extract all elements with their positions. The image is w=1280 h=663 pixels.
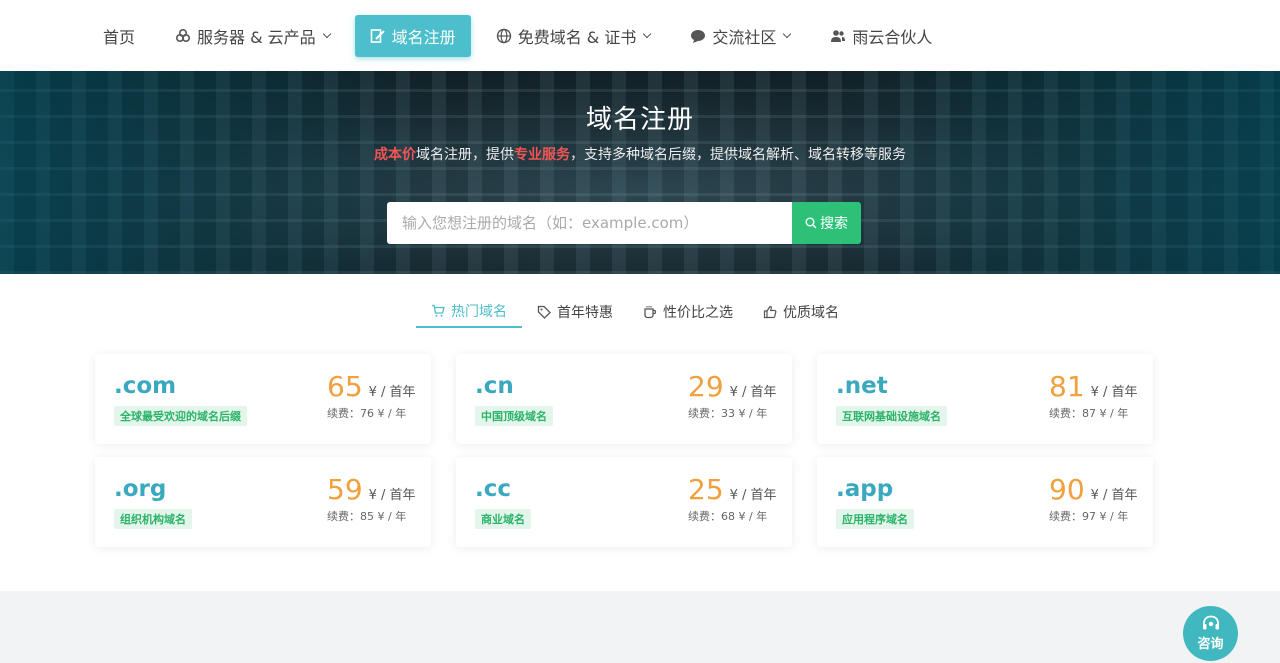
domain-suffix: .net bbox=[836, 373, 888, 399]
domain-suffix: .cc bbox=[475, 476, 512, 502]
chat-icon bbox=[690, 28, 706, 44]
domain-price: 25 ¥ / 首年 bbox=[688, 473, 777, 506]
search-icon bbox=[805, 217, 817, 229]
cubes-icon bbox=[175, 28, 191, 44]
renewal-price: 续费：33 ¥ / 年 bbox=[688, 407, 768, 420]
nav-item-servers[interactable]: 服务器 & 云产品 bbox=[160, 15, 345, 57]
nav-item-label: 雨云合伙人 bbox=[852, 27, 933, 47]
nav-item-domain-register[interactable]: 域名注册 bbox=[354, 14, 471, 57]
cart-icon bbox=[431, 304, 445, 318]
price-value: 65 bbox=[327, 370, 363, 403]
domain-suffix: .org bbox=[114, 476, 167, 502]
price-value: 81 bbox=[1049, 370, 1085, 403]
consult-button[interactable]: 咨询 bbox=[1183, 606, 1238, 661]
domain-search-input[interactable] bbox=[387, 202, 792, 244]
tag-icon bbox=[537, 305, 551, 319]
tab-label: 首年特惠 bbox=[557, 304, 613, 321]
domain-tag: 中国顶级域名 bbox=[475, 406, 553, 426]
domain-search-bar: 搜索 bbox=[387, 202, 861, 244]
domain-tag: 互联网基础设施域名 bbox=[836, 406, 947, 426]
domain-price: 65 ¥ / 首年 bbox=[327, 370, 416, 403]
domain-card[interactable]: .net 互联网基础设施域名 81 ¥ / 首年 续费：87 ¥ / 年 bbox=[817, 354, 1153, 444]
chevron-down-icon bbox=[643, 29, 652, 38]
hero-banner: 域名注册 成本价域名注册，提供专业服务，支持多种域名后缀，提供域名解析、域名转移… bbox=[0, 71, 1280, 274]
nav-item-label: 服务器 & 云产品 bbox=[197, 27, 316, 47]
renewal-price: 续费：85 ¥ / 年 bbox=[327, 510, 407, 523]
consult-label: 咨询 bbox=[1197, 637, 1224, 652]
tab-first-year-deals[interactable]: 首年特惠 bbox=[522, 295, 628, 328]
domain-tag: 应用程序域名 bbox=[836, 509, 914, 529]
domain-suffix: .app bbox=[836, 476, 894, 502]
tab-value-picks[interactable]: 性价比之选 bbox=[628, 295, 748, 328]
nav-item-free-domains[interactable]: 免费域名 & 证书 bbox=[481, 15, 666, 57]
search-button[interactable]: 搜索 bbox=[792, 202, 861, 244]
nav-item-home[interactable]: 首页 bbox=[88, 15, 150, 57]
highlight-text: 专业服务 bbox=[514, 147, 570, 163]
search-button-label: 搜索 bbox=[820, 216, 848, 232]
coffee-cup-icon bbox=[643, 305, 657, 319]
price-unit: ¥ / 首年 bbox=[729, 488, 777, 503]
domain-suffix: .cn bbox=[475, 373, 514, 399]
subtitle-text: ，支持多种域名后缀，提供域名解析、域名转移等服务 bbox=[570, 147, 906, 163]
footer-area bbox=[0, 591, 1280, 663]
domain-card[interactable]: .cn 中国顶级域名 29 ¥ / 首年 续费：33 ¥ / 年 bbox=[456, 354, 792, 444]
nav-item-label: 域名注册 bbox=[391, 27, 456, 47]
chevron-down-icon bbox=[783, 29, 792, 38]
tab-label: 优质域名 bbox=[783, 304, 839, 321]
domain-card[interactable]: .cc 商业域名 25 ¥ / 首年 续费：68 ¥ / 年 bbox=[456, 457, 792, 547]
top-navbar: 首页 服务器 & 云产品 域名注册 免费域名 & 证书 交流社区 雨云合伙人 bbox=[0, 0, 1280, 71]
price-value: 59 bbox=[327, 473, 363, 506]
price-unit: ¥ / 首年 bbox=[1090, 488, 1138, 503]
tab-label: 性价比之选 bbox=[663, 304, 733, 321]
page-title: 域名注册 bbox=[585, 105, 694, 135]
nav-item-label: 免费域名 & 证书 bbox=[517, 27, 637, 47]
users-icon bbox=[830, 28, 846, 44]
nav-item-label: 交流社区 bbox=[712, 27, 777, 47]
domain-card-grid: .com 全球最受欢迎的域名后缀 65 ¥ / 首年 续费：76 ¥ / 年 .c… bbox=[95, 354, 1153, 547]
domain-list-section: 热门域名 首年特惠 性价比之选 优质域名 .com 全球最受欢迎的域名后缀 65… bbox=[0, 274, 1280, 591]
tab-label: 热门域名 bbox=[451, 303, 507, 320]
renewal-price: 续费：97 ¥ / 年 bbox=[1049, 510, 1129, 523]
edit-icon bbox=[370, 28, 386, 44]
tab-premium-domains[interactable]: 优质域名 bbox=[748, 295, 854, 328]
nav-item-community[interactable]: 交流社区 bbox=[675, 15, 805, 57]
domain-price: 90 ¥ / 首年 bbox=[1049, 473, 1138, 506]
renewal-price: 续费：87 ¥ / 年 bbox=[1049, 407, 1129, 420]
domain-card[interactable]: .com 全球最受欢迎的域名后缀 65 ¥ / 首年 续费：76 ¥ / 年 bbox=[95, 354, 431, 444]
highlight-text: 成本价 bbox=[374, 147, 416, 163]
price-value: 29 bbox=[688, 370, 724, 403]
price-unit: ¥ / 首年 bbox=[368, 385, 416, 400]
thumbs-up-icon bbox=[763, 305, 777, 319]
renewal-price: 续费：68 ¥ / 年 bbox=[688, 510, 768, 523]
domain-price: 81 ¥ / 首年 bbox=[1049, 370, 1138, 403]
domain-price: 59 ¥ / 首年 bbox=[327, 473, 416, 506]
price-unit: ¥ / 首年 bbox=[368, 488, 416, 503]
domain-suffix: .com bbox=[114, 373, 177, 399]
domain-category-tabs: 热门域名 首年特惠 性价比之选 优质域名 bbox=[416, 295, 854, 328]
domain-tag: 全球最受欢迎的域名后缀 bbox=[114, 406, 247, 426]
domain-price: 29 ¥ / 首年 bbox=[688, 370, 777, 403]
globe-icon bbox=[496, 28, 512, 44]
renewal-price: 续费：76 ¥ / 年 bbox=[327, 407, 407, 420]
price-value: 25 bbox=[688, 473, 724, 506]
price-unit: ¥ / 首年 bbox=[1090, 385, 1138, 400]
domain-tag: 组织机构域名 bbox=[114, 509, 192, 529]
price-value: 90 bbox=[1049, 473, 1085, 506]
tab-hot-domains[interactable]: 热门域名 bbox=[416, 295, 522, 328]
hero-subtitle: 成本价域名注册，提供专业服务，支持多种域名后缀，提供域名解析、域名转移等服务 bbox=[0, 144, 1280, 164]
nav-item-partner[interactable]: 雨云合伙人 bbox=[815, 15, 947, 57]
subtitle-text: 域名注册，提供 bbox=[416, 147, 514, 163]
nav-item-label: 首页 bbox=[103, 27, 136, 47]
domain-card[interactable]: .app 应用程序域名 90 ¥ / 首年 续费：97 ¥ / 年 bbox=[817, 457, 1153, 547]
price-unit: ¥ / 首年 bbox=[729, 385, 777, 400]
headset-icon bbox=[1202, 615, 1219, 630]
domain-tag: 商业域名 bbox=[475, 509, 531, 529]
domain-card[interactable]: .org 组织机构域名 59 ¥ / 首年 续费：85 ¥ / 年 bbox=[95, 457, 431, 547]
chevron-down-icon bbox=[322, 29, 331, 38]
